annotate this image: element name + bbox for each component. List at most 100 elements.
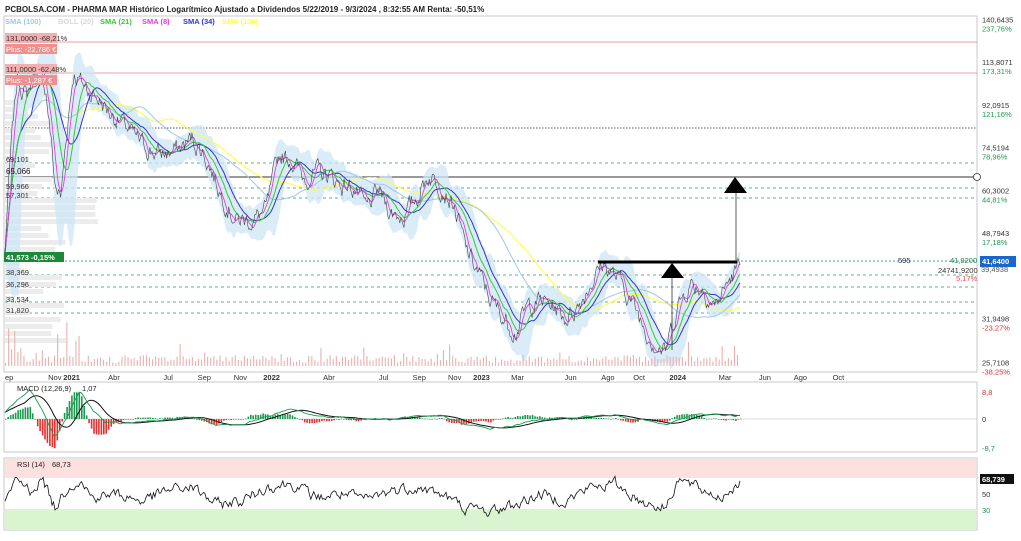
volume-bar <box>736 355 738 366</box>
volume-bar <box>311 356 313 366</box>
volume-bar <box>449 344 451 366</box>
volume-bar <box>167 361 169 366</box>
macd-histogram-bar <box>438 418 441 419</box>
macd-histogram-bar <box>294 417 296 419</box>
volume-bar <box>412 356 414 366</box>
volume-bar <box>485 355 487 366</box>
volume-bar <box>271 356 273 366</box>
volume-bar <box>338 361 340 366</box>
macd-histogram-bar <box>492 419 495 421</box>
macd-histogram-bar <box>703 417 705 419</box>
macd-histogram-bar <box>63 412 66 419</box>
x-tick-label: Nov <box>448 373 462 382</box>
volume-bar <box>709 357 711 366</box>
macd-histogram-bar <box>137 417 139 419</box>
macd-histogram-bar <box>546 418 548 419</box>
volume-bar <box>103 359 105 366</box>
chart-title: PCBOLSA.COM - PHARMA MAR Histórico Logar… <box>5 5 484 14</box>
right-axis-pct: 17,18% <box>982 238 1008 247</box>
volume-bar <box>513 362 515 366</box>
volume-bar <box>599 360 601 366</box>
macd-histogram-bar <box>29 406 32 419</box>
macd-histogram-bar <box>34 419 36 420</box>
volume-bar <box>179 344 181 366</box>
volume-bar <box>397 362 399 366</box>
macd-histogram-bar <box>156 418 159 420</box>
volume-bar <box>35 352 37 366</box>
volume-bar <box>700 360 702 366</box>
macd-histogram-bar <box>247 416 250 419</box>
macd-histogram-bar <box>134 418 137 419</box>
x-tick-label: 2021 <box>63 373 80 382</box>
volume-bar <box>675 356 677 366</box>
volume-bar <box>648 360 650 366</box>
level-marker-circle <box>973 173 981 181</box>
volume-bar <box>495 357 497 366</box>
volume-bar <box>32 359 34 366</box>
volume-bar <box>155 356 157 366</box>
volume-bar <box>201 359 203 366</box>
right-axis-pct: -38,25% <box>982 367 1010 376</box>
volume-bar <box>213 356 215 366</box>
macd-histogram-bar <box>22 408 24 419</box>
resistance-count-label: 595 <box>898 256 911 265</box>
macd-histogram-bar <box>100 419 103 435</box>
macd-histogram-bar <box>475 419 477 422</box>
volume-bar <box>461 361 463 366</box>
macd-histogram-bar <box>242 419 245 420</box>
right-axis-pct: 121,16% <box>982 110 1012 119</box>
volume-bar <box>99 357 101 366</box>
right-axis-pct: 44,81% <box>982 195 1008 204</box>
macd-histogram-bar <box>615 418 617 419</box>
volume-bar <box>283 360 285 366</box>
macd-histogram-bar <box>446 419 448 422</box>
macd-histogram-bar <box>27 407 29 419</box>
volume-bar <box>363 347 365 366</box>
volume-bar <box>145 355 147 366</box>
macd-histogram-bar <box>88 419 90 424</box>
rsi-axis-30: 30 <box>982 506 990 515</box>
volume-bar <box>250 359 252 366</box>
macd-histogram-bar <box>534 416 536 419</box>
macd-histogram-bar <box>24 407 27 419</box>
macd-histogram-bar <box>710 418 713 420</box>
x-tick-label: Mar <box>719 373 732 382</box>
volume-bar <box>142 355 144 366</box>
rsi-current-tag-text: 68,739 <box>982 475 1005 484</box>
volume-bar <box>197 358 199 366</box>
volume-bar <box>106 361 108 366</box>
left-level-label: 69,101 <box>6 155 29 164</box>
macd-histogram-bar <box>218 419 220 424</box>
volume-bar <box>72 357 74 366</box>
volume-profile-bar <box>5 107 14 112</box>
macd-histogram-bar <box>666 419 669 422</box>
macd-histogram-bar <box>348 419 350 421</box>
macd-histogram-bar <box>517 416 519 419</box>
volume-bar <box>577 360 579 366</box>
x-tick-label: ep <box>5 373 13 382</box>
volume-bar <box>11 349 13 366</box>
volume-bar <box>277 361 279 366</box>
volume-bar <box>614 357 616 366</box>
macd-histogram-bar <box>12 414 14 419</box>
macd-histogram-bar <box>597 417 600 419</box>
macd-histogram-bar <box>166 417 169 419</box>
macd-histogram-bar <box>105 419 107 434</box>
volume-bar <box>246 358 248 366</box>
volume-bar <box>537 357 539 366</box>
volume-bar <box>602 358 604 366</box>
volume-bar <box>528 356 530 366</box>
macd-histogram-bar <box>490 419 492 423</box>
left-level-label: 36,296 <box>6 280 29 289</box>
volume-bar <box>687 342 689 366</box>
macd-histogram-bar <box>436 419 438 420</box>
right-axis-value: 140,6435 <box>982 15 1013 24</box>
volume-bar <box>47 356 49 366</box>
x-tick-label: 2022 <box>263 373 280 382</box>
x-tick-label: Sep <box>413 373 426 382</box>
x-tick-label: Nov <box>234 373 248 382</box>
volume-bar <box>366 356 368 366</box>
volume-bar <box>730 360 732 366</box>
right-axis-value: 92,0915 <box>982 101 1009 110</box>
volume-bar <box>90 362 92 366</box>
